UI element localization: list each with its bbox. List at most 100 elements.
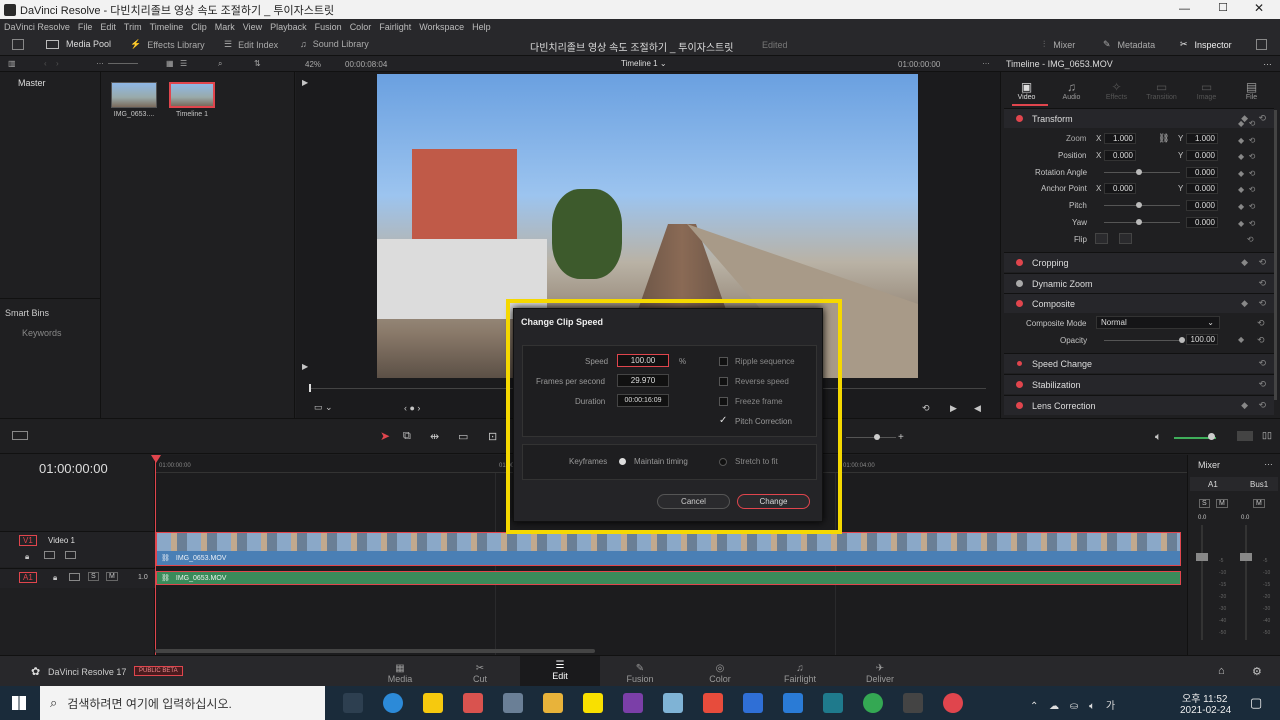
system-tray-icons[interactable]: ⌃ ☁ ⛀ 🔈︎ 가 xyxy=(1030,697,1119,712)
menu-item[interactable]: DaVinci Resolve xyxy=(4,22,70,32)
stop-icon[interactable]: ◀ xyxy=(974,403,981,414)
a1-fader-knob[interactable] xyxy=(1196,553,1208,561)
task-view-icon[interactable] xyxy=(343,693,363,713)
solo-button[interactable]: S xyxy=(88,572,99,581)
pitch-slider[interactable] xyxy=(1104,205,1180,206)
edit-index-button[interactable]: ☰ Edit Index xyxy=(224,39,278,50)
menu-item[interactable]: Workspace xyxy=(419,22,464,32)
play-icon[interactable]: ▶ xyxy=(950,403,957,414)
lock-icon[interactable]: 🔒︎ xyxy=(53,573,57,583)
auto-select-icon[interactable] xyxy=(44,551,55,559)
menu-item[interactable]: View xyxy=(243,22,262,32)
prev-edit-icon[interactable]: ▶ xyxy=(302,78,308,87)
more-icon[interactable]: … xyxy=(982,57,990,66)
sound-library-button[interactable]: ♫ Sound Library xyxy=(300,39,369,49)
app-icon[interactable] xyxy=(823,693,843,713)
yaw-slider-knob[interactable] xyxy=(1136,219,1142,225)
timeline-playhead[interactable] xyxy=(155,455,156,655)
page-tab-fairlight[interactable]: ♫ Fairlight xyxy=(760,659,840,684)
timeline-scrollbar[interactable] xyxy=(155,649,595,653)
dim-button[interactable] xyxy=(1237,431,1253,441)
davinci-icon[interactable] xyxy=(903,693,923,713)
keyframe-icon[interactable]: ◆ xyxy=(1241,400,1248,411)
speed-change-dot[interactable] xyxy=(1017,361,1022,366)
flip-horizontal-button[interactable] xyxy=(1095,233,1108,244)
menu-item[interactable]: Fusion xyxy=(315,22,342,32)
inspector-button[interactable]: ✂ Inspector xyxy=(1180,39,1232,50)
tab-transition[interactable]: ▭ Transition xyxy=(1139,80,1184,101)
video-clip[interactable]: ⛓ IMG_0653.MOV xyxy=(156,532,1181,566)
clock-date[interactable]: 2021-02-24 xyxy=(1180,705,1231,716)
reset-icon[interactable]: ⟲ xyxy=(1258,358,1266,369)
keyframe-icon[interactable]: ◆ ⟲ xyxy=(1238,133,1268,150)
composite-section[interactable]: Composite ◆ ⟲ xyxy=(1004,293,1274,313)
lock-icon[interactable]: 🔒︎ xyxy=(25,552,29,562)
view-toggle-icon[interactable]: ▥ xyxy=(8,59,16,68)
opacity-slider-knob[interactable] xyxy=(1179,337,1185,343)
mute-button[interactable]: M xyxy=(1253,499,1265,508)
track-a1-badge[interactable]: A1 xyxy=(19,572,37,583)
reset-icon[interactable]: ⟲ xyxy=(1258,257,1266,268)
jog-control[interactable]: ‹ ● › xyxy=(404,403,420,413)
timeline-layout-icon[interactable] xyxy=(12,431,28,440)
zoom-in-icon[interactable]: + xyxy=(898,432,904,443)
thumb-view-icon[interactable]: ▦ xyxy=(166,59,174,68)
media-pool-button[interactable]: Media Pool xyxy=(46,39,111,49)
stabilization-section[interactable]: Stabilization ⟲ xyxy=(1004,374,1274,394)
loop-icon[interactable]: ⟲ xyxy=(922,403,930,414)
page-tab-cut[interactable]: ✂ Cut xyxy=(440,659,520,684)
playhead-marker[interactable] xyxy=(309,384,311,392)
onenote-icon[interactable] xyxy=(623,693,643,713)
chrome-icon[interactable] xyxy=(863,693,883,713)
thumb-size-slider[interactable] xyxy=(108,63,138,64)
page-tab-media[interactable]: ▦ Media xyxy=(360,659,440,684)
nav-forward-icon[interactable]: › xyxy=(56,59,59,68)
keyframe-icon[interactable]: ◆ xyxy=(1241,298,1248,309)
tab-file[interactable]: ▤ File xyxy=(1229,80,1274,101)
tab-image[interactable]: ▭ Image xyxy=(1184,80,1229,101)
yaw-slider[interactable] xyxy=(1104,222,1180,223)
dynamic-trim-icon[interactable]: ⇹ xyxy=(430,430,439,443)
track-v1-badge[interactable]: V1 xyxy=(19,535,37,546)
next-edit-icon[interactable]: ▶ xyxy=(302,362,308,371)
cropping-section[interactable]: Cropping ◆ ⟲ xyxy=(1004,252,1274,272)
close-button[interactable]: ✕ xyxy=(1254,1,1264,15)
rotation-input[interactable]: 0.000 xyxy=(1186,167,1218,178)
rotation-slider[interactable] xyxy=(1104,172,1180,173)
track-v1-name[interactable]: Video 1 xyxy=(48,536,75,545)
app-icon[interactable] xyxy=(503,693,523,713)
playhead-handle[interactable] xyxy=(151,455,161,463)
cropping-enable-dot[interactable] xyxy=(1016,259,1023,266)
composite-enable-dot[interactable] xyxy=(1016,300,1023,307)
nav-back-icon[interactable]: ‹ xyxy=(44,59,47,68)
audio-clip[interactable]: ⛓ IMG_0653.MOV xyxy=(156,571,1181,585)
timeline-name-dropdown[interactable]: Timeline 1 ⌄ xyxy=(621,59,667,68)
link-icon[interactable]: ⛓ xyxy=(1158,133,1169,144)
viewer-zoom[interactable]: 42% xyxy=(305,60,321,69)
stabilization-enable-dot[interactable] xyxy=(1016,381,1023,388)
auto-select-icon[interactable] xyxy=(69,573,80,581)
position-x-input[interactable]: 0.000 xyxy=(1104,150,1136,161)
sticky-notes-icon[interactable] xyxy=(423,693,443,713)
calendar-icon[interactable] xyxy=(783,693,803,713)
menu-item[interactable]: Timeline xyxy=(150,22,184,32)
dynamic-zoom-enable-dot[interactable] xyxy=(1016,280,1023,287)
keyframe-icon[interactable]: ⟲ xyxy=(1238,232,1268,249)
menu-item[interactable]: Playback xyxy=(270,22,307,32)
mixer-more-icon[interactable]: … xyxy=(1264,457,1273,467)
tab-audio[interactable]: ♫ Audio xyxy=(1049,80,1094,101)
page-tab-fusion[interactable]: ✎ Fusion xyxy=(600,659,680,684)
transform-enable-dot[interactable] xyxy=(1016,115,1023,122)
menu-item[interactable]: File xyxy=(78,22,93,32)
keywords-bin[interactable]: Keywords xyxy=(22,328,62,338)
sort-icon[interactable]: ⇅ xyxy=(254,59,261,68)
todo-icon[interactable] xyxy=(743,693,763,713)
dynamic-zoom-section[interactable]: Dynamic Zoom ⟲ xyxy=(1004,273,1274,293)
keyframe-icon[interactable]: ◆ ⟲ xyxy=(1238,182,1268,199)
keyframe-icon[interactable]: ◆ ⟲ xyxy=(1238,116,1268,133)
track-visibility-icon[interactable] xyxy=(65,551,76,559)
app-icon[interactable] xyxy=(463,693,483,713)
zoom-slider[interactable] xyxy=(846,437,896,438)
timeline-thumbnail[interactable]: Timeline 1 xyxy=(169,82,215,118)
rotation-slider-knob[interactable] xyxy=(1136,169,1142,175)
